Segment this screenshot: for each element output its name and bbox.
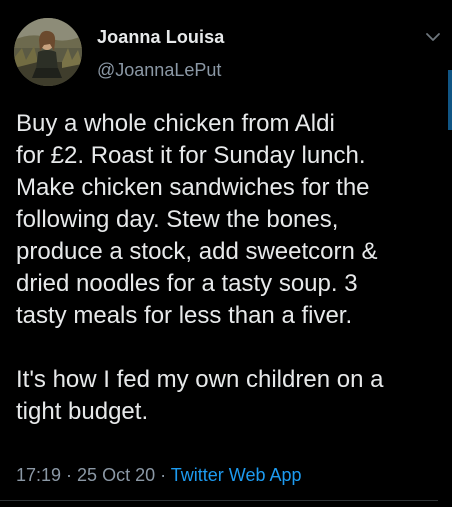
tweet-time[interactable]: 17:19 xyxy=(16,465,61,485)
tweet-source-link[interactable]: Twitter Web App xyxy=(171,465,302,485)
meta-separator: · xyxy=(155,465,171,485)
avatar[interactable] xyxy=(14,18,82,86)
tweet-metadata: 17:19 · 25 Oct 20 · Twitter Web App xyxy=(16,465,302,486)
user-handle[interactable]: @JoannaLePut xyxy=(97,60,221,81)
tweet-text: Buy a whole chicken from Aldi for £2. Ro… xyxy=(16,110,384,425)
meta-separator: · xyxy=(61,465,78,485)
profile-photo-icon xyxy=(14,18,82,86)
tweet-date[interactable]: 25 Oct 20 xyxy=(77,465,155,485)
divider xyxy=(0,500,438,501)
scrollbar[interactable] xyxy=(448,70,452,130)
chevron-down-icon[interactable] xyxy=(425,29,441,45)
tweet-card: Joanna Louisa @JoannaLePut Buy a whole c… xyxy=(0,0,452,507)
display-name[interactable]: Joanna Louisa xyxy=(97,27,224,48)
